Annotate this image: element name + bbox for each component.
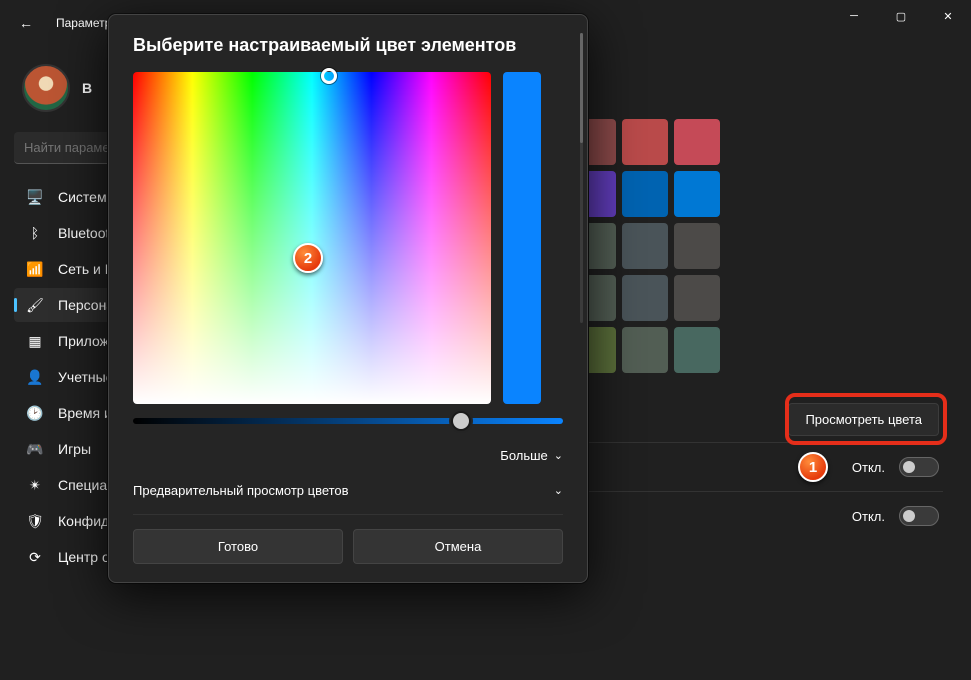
preview-label: Предварительный просмотр цветов	[133, 483, 349, 498]
annotation-badge-2: 2	[293, 243, 323, 273]
annotation-badge-1: 1	[798, 452, 828, 482]
modal-scrollbar-thumb[interactable]	[580, 33, 583, 143]
nav-icon: ✴	[26, 476, 44, 494]
nav-icon: ᛒ	[26, 224, 44, 242]
hue-bar[interactable]	[503, 72, 541, 404]
maximize-button[interactable]: ▢	[878, 0, 924, 32]
toggle-state: Откл.	[852, 460, 885, 475]
value-slider[interactable]	[133, 418, 563, 426]
modal-title: Выберите настраиваемый цвет элементов	[133, 35, 563, 56]
modal-scrollbar[interactable]	[580, 33, 583, 323]
chevron-down-icon: ⌄	[554, 484, 563, 497]
color-swatch[interactable]	[674, 223, 720, 269]
value-slider-track	[133, 418, 563, 424]
chevron-down-icon: ⌄	[554, 449, 563, 462]
color-swatch[interactable]	[674, 327, 720, 373]
nav-icon: 🎮	[26, 440, 44, 458]
color-indicator[interactable]	[321, 68, 337, 84]
nav-icon: ▦	[26, 332, 44, 350]
arrow-left-icon: ←	[19, 15, 33, 31]
color-swatch[interactable]	[674, 275, 720, 321]
minimize-button[interactable]: ─	[831, 0, 877, 32]
user-name: В	[82, 80, 92, 96]
color-swatch[interactable]	[622, 223, 668, 269]
toggle-titlebar[interactable]	[899, 506, 939, 526]
window-controls: ─ ▢ ✕	[831, 0, 971, 32]
toggle-start[interactable]	[899, 457, 939, 477]
toggle-state: Откл.	[852, 509, 885, 524]
color-swatch[interactable]	[622, 327, 668, 373]
maximize-icon: ▢	[896, 10, 906, 23]
color-swatch[interactable]	[622, 275, 668, 321]
close-button[interactable]: ✕	[925, 0, 971, 32]
nav-label: Система	[58, 189, 114, 205]
ok-button[interactable]: Готово	[133, 529, 343, 564]
avatar	[22, 64, 70, 112]
close-icon: ✕	[943, 10, 952, 23]
more-toggle[interactable]: Больше ⌄	[133, 444, 563, 475]
nav-icon: 👤	[26, 368, 44, 386]
color-swatch[interactable]	[622, 171, 668, 217]
nav-label: Игры	[58, 441, 91, 457]
color-picker-modal: Выберите настраиваемый цвет элементов Бо…	[108, 14, 588, 583]
nav-icon: ⟳	[26, 548, 44, 566]
nav-icon: 🖌	[26, 296, 44, 314]
nav-icon: 🛡	[26, 512, 44, 530]
color-swatch[interactable]	[622, 119, 668, 165]
nav-icon: 🕑	[26, 404, 44, 422]
color-swatch[interactable]	[674, 119, 720, 165]
modal-buttons: Готово Отмена	[133, 514, 563, 564]
minimize-icon: ─	[850, 10, 858, 22]
value-slider-thumb[interactable]	[451, 411, 471, 431]
nav-icon: 🖥️	[26, 188, 44, 206]
cancel-button[interactable]: Отмена	[353, 529, 563, 564]
view-colors-button[interactable]: Просмотреть цвета	[788, 403, 939, 436]
preview-row[interactable]: Предварительный просмотр цветов ⌄	[133, 475, 563, 514]
more-label: Больше	[500, 448, 548, 463]
color-swatch[interactable]	[674, 171, 720, 217]
nav-icon: 📶	[26, 260, 44, 278]
back-button[interactable]: ←	[14, 11, 38, 35]
picker-row	[133, 72, 563, 404]
color-field[interactable]	[133, 72, 491, 404]
